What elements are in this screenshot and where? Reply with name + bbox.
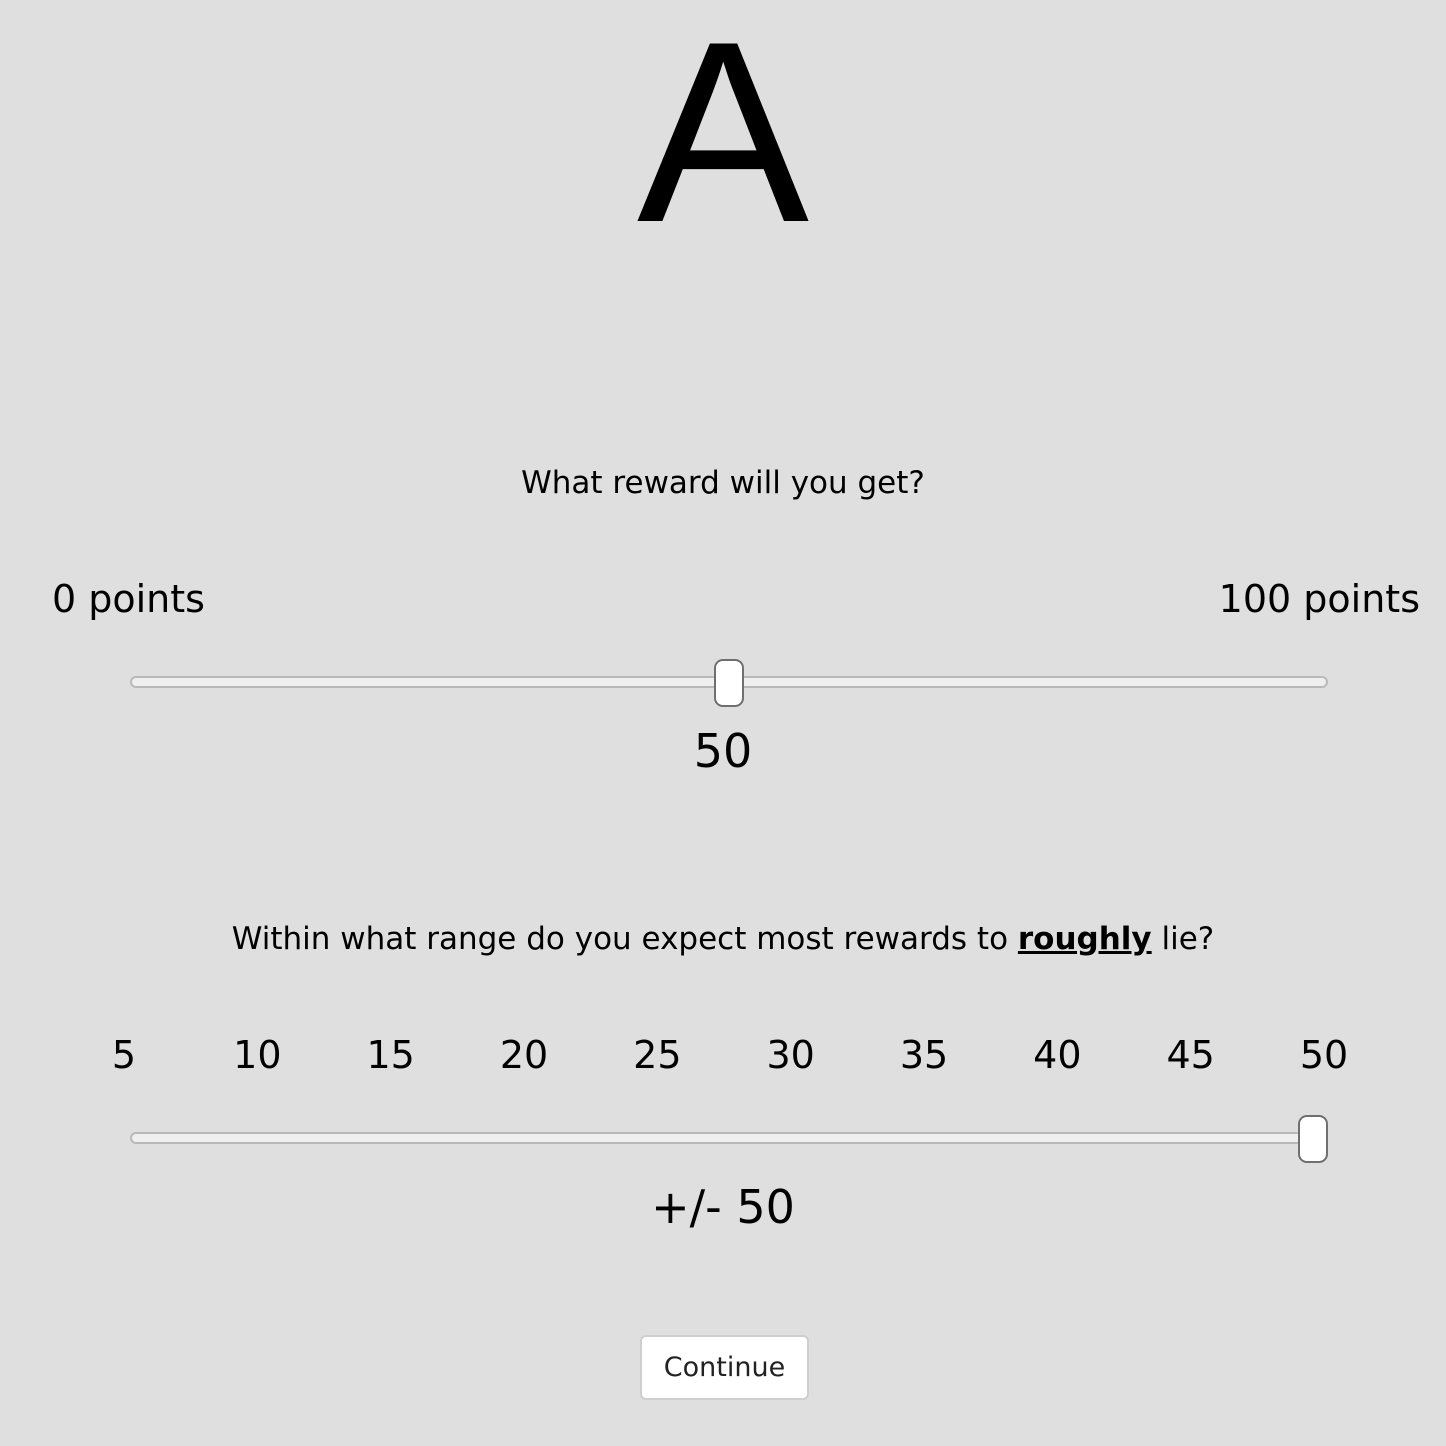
range-tick-label: 30: [766, 1033, 815, 1077]
reward-value: 50: [693, 724, 753, 778]
range-tick-label: 15: [366, 1033, 415, 1077]
range-tick-label: 45: [1166, 1033, 1215, 1077]
reward-min-label: 0 points: [52, 577, 205, 621]
range-tick-label: 25: [633, 1033, 682, 1077]
range-question-emphasis: roughly: [1017, 921, 1152, 957]
range-slider-thumb[interactable]: [1298, 1115, 1328, 1163]
reward-slider-thumb[interactable]: [714, 659, 744, 707]
reward-question: What reward will you get?: [521, 465, 925, 501]
range-tick-label: 10: [233, 1033, 282, 1077]
experiment-page: A What reward will you get? 0 points 100…: [0, 0, 1446, 1446]
range-tick-label: 40: [1033, 1033, 1082, 1077]
range-tick-labels: 5 10 15 20 25 30 35 40 45 50: [0, 1032, 1446, 1078]
range-tick-label: 35: [899, 1033, 949, 1077]
stimulus-letter: A: [636, 0, 810, 276]
range-tick-label: 20: [499, 1033, 549, 1077]
range-question: Within what range do you expect most rew…: [0, 919, 1446, 959]
range-value: +/- 50: [651, 1180, 795, 1234]
reward-max-label: 100 points: [1218, 577, 1420, 621]
range-question-text-end: lie?: [1151, 921, 1215, 957]
range-tick-label: 50: [1299, 1033, 1349, 1077]
range-tick-label: 5: [111, 1033, 137, 1077]
continue-button[interactable]: Continue: [640, 1335, 809, 1400]
range-question-text: Within what range do you expect most rew…: [231, 921, 1018, 957]
range-slider-track[interactable]: [130, 1132, 1328, 1144]
